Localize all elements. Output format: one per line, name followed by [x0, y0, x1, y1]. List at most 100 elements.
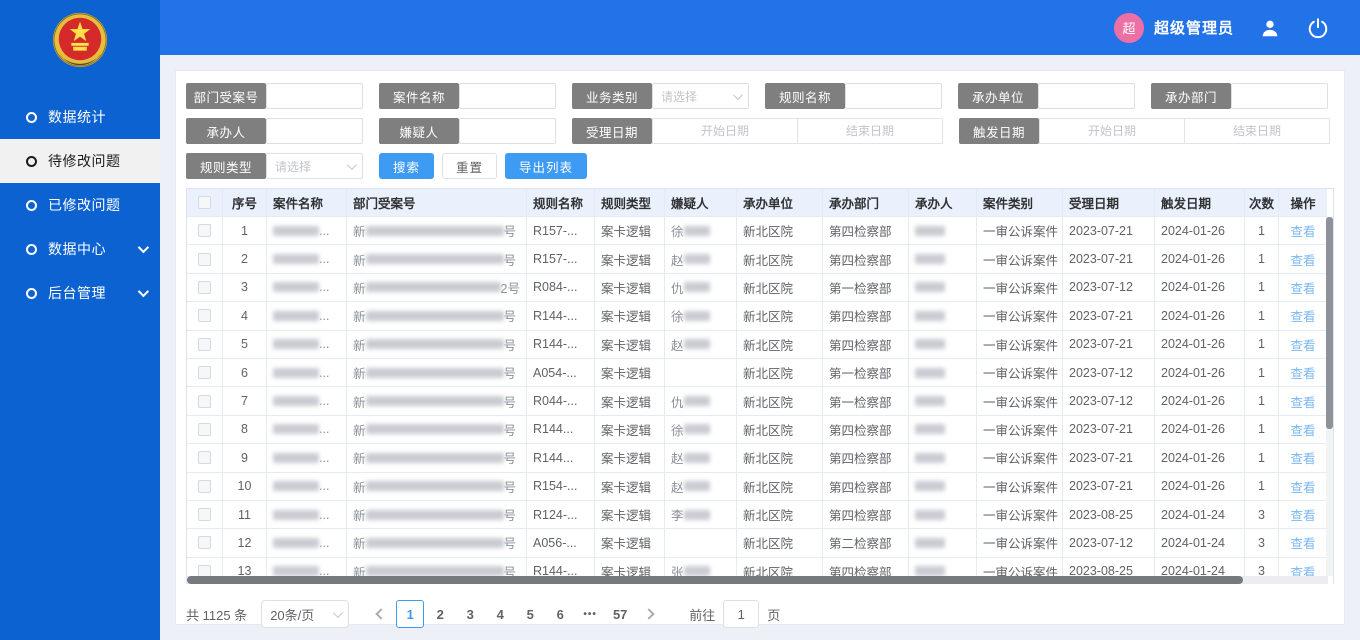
goto-page-input[interactable] [723, 600, 759, 628]
vertical-scrollbar-thumb[interactable] [1326, 217, 1333, 429]
view-link[interactable]: 查看 [1290, 392, 1315, 411]
next-page-button[interactable] [635, 600, 663, 628]
filter-row-3: 规则类型请选择搜索重置导出列表 [186, 153, 1334, 179]
table-row: 2...新号R157-...案卡逻辑赵新北区院第四检察部一审公诉案件2023-0… [187, 245, 1327, 273]
sidebar-item-label: 后台管理 [48, 283, 138, 303]
input-承办单位[interactable] [1038, 83, 1135, 109]
horizontal-scrollbar[interactable] [187, 576, 1328, 584]
input-案件名称[interactable] [459, 83, 556, 109]
cell-dept: 第四检察部 [823, 501, 909, 529]
redacted-text [684, 254, 710, 264]
sidebar-item-数据统计[interactable]: 数据统计 [0, 95, 160, 139]
row-checkbox[interactable] [198, 423, 211, 436]
cell-rule-type: 案卡逻辑 [595, 501, 665, 529]
filter-承办单位: 承办单位 [958, 83, 1135, 109]
input-承办部门[interactable] [1231, 83, 1328, 109]
view-link[interactable]: 查看 [1290, 278, 1315, 297]
filter-row-1: 部门受案号案件名称业务类别请选择规则名称承办单位承办部门 [186, 83, 1334, 109]
row-checkbox[interactable] [198, 451, 211, 464]
重置-button[interactable]: 重置 [442, 153, 497, 179]
view-link[interactable]: 查看 [1290, 250, 1315, 269]
date-end-触发日期[interactable] [1184, 118, 1330, 144]
page-button-3[interactable]: 3 [456, 600, 484, 628]
cell-suspect: 徐 [671, 420, 684, 439]
cell-suspect: 仇 [671, 392, 684, 411]
cell-seq: 5 [223, 331, 267, 359]
row-checkbox[interactable] [198, 253, 211, 266]
cell-trigger-date: 2024-01-24 [1155, 529, 1245, 557]
cell-unit: 新北区院 [737, 274, 823, 302]
row-checkbox[interactable] [198, 309, 211, 322]
redacted-text [366, 226, 504, 236]
redacted-text [684, 311, 710, 321]
page-size-select[interactable]: 20条/页 [261, 600, 349, 628]
row-checkbox[interactable] [198, 281, 211, 294]
chevron-down-icon [733, 90, 743, 100]
cell-rule-type: 案卡逻辑 [595, 302, 665, 330]
header-checkbox[interactable] [198, 196, 211, 209]
cell-unit: 新北区院 [737, 387, 823, 415]
cell-rule-name: R044-... [527, 387, 595, 415]
row-checkbox[interactable] [198, 480, 211, 493]
input-承办人[interactable] [266, 118, 363, 144]
page-button-4[interactable]: 4 [486, 600, 514, 628]
prev-page-button[interactable] [367, 600, 395, 628]
cell-case-name: ... [319, 508, 329, 522]
cell-seq: 3 [223, 274, 267, 302]
row-checkbox[interactable] [198, 338, 211, 351]
row-checkbox[interactable] [198, 508, 211, 521]
horizontal-scrollbar-thumb[interactable] [187, 576, 1243, 584]
page-button-5[interactable]: 5 [516, 600, 544, 628]
sidebar-item-数据中心[interactable]: 数据中心 [0, 227, 160, 271]
sidebar-item-已修改问题[interactable]: 已修改问题 [0, 183, 160, 227]
view-link[interactable]: 查看 [1290, 306, 1315, 325]
cell-handler [909, 359, 977, 387]
view-link[interactable]: 查看 [1290, 221, 1315, 240]
date-end-受理日期[interactable] [797, 118, 943, 144]
view-link[interactable]: 查看 [1290, 477, 1315, 496]
view-link[interactable]: 查看 [1290, 420, 1315, 439]
redacted-text [684, 339, 710, 349]
cell-dept: 第二检察部 [823, 529, 909, 557]
view-link[interactable]: 查看 [1290, 533, 1315, 552]
row-checkbox[interactable] [198, 366, 211, 379]
page-button-6[interactable]: 6 [546, 600, 574, 628]
page-button-2[interactable]: 2 [426, 600, 454, 628]
table-row: 10...新号R154-...案卡逻辑赵新北区院第四检察部一审公诉案件2023-… [187, 473, 1327, 501]
cell-count: 1 [1245, 274, 1279, 302]
cell-accept-date: 2023-07-21 [1063, 302, 1155, 330]
row-checkbox[interactable] [198, 395, 211, 408]
row-checkbox[interactable] [198, 224, 211, 237]
view-link[interactable]: 查看 [1290, 448, 1315, 467]
sidebar-item-后台管理[interactable]: 后台管理 [0, 271, 160, 315]
cell-dept: 第四检察部 [823, 416, 909, 444]
filter-label: 案件名称 [379, 83, 459, 109]
cell-unit: 新北区院 [737, 444, 823, 472]
input-嫌疑人[interactable] [459, 118, 556, 144]
select-业务类别[interactable]: 请选择 [652, 83, 749, 109]
redacted-text [915, 396, 945, 406]
导出列表-button[interactable]: 导出列表 [505, 153, 587, 179]
user-icon[interactable] [1258, 16, 1282, 40]
vertical-scrollbar[interactable] [1326, 217, 1333, 576]
page-size-value: 20条/页 [270, 605, 314, 624]
power-icon[interactable] [1306, 16, 1330, 40]
sidebar-item-待修改问题[interactable]: 待修改问题 [0, 139, 160, 183]
搜索-button[interactable]: 搜索 [379, 153, 434, 179]
date-start-触发日期[interactable] [1039, 118, 1185, 144]
page-button-57[interactable]: 57 [606, 600, 634, 628]
input-部门受案号[interactable] [266, 83, 363, 109]
page-button-1[interactable]: 1 [396, 600, 424, 628]
cell-trigger-date: 2024-01-26 [1155, 416, 1245, 444]
cell-case-type: 一审公诉案件 [977, 387, 1063, 415]
select-规则类型[interactable]: 请选择 [266, 153, 363, 179]
view-link[interactable]: 查看 [1290, 335, 1315, 354]
redacted-text [915, 254, 945, 264]
row-checkbox[interactable] [198, 536, 211, 549]
avatar[interactable]: 超 [1114, 13, 1144, 43]
date-start-受理日期[interactable] [652, 118, 798, 144]
redacted-text [366, 311, 504, 321]
input-规则名称[interactable] [845, 83, 942, 109]
view-link[interactable]: 查看 [1290, 505, 1315, 524]
view-link[interactable]: 查看 [1290, 363, 1315, 382]
